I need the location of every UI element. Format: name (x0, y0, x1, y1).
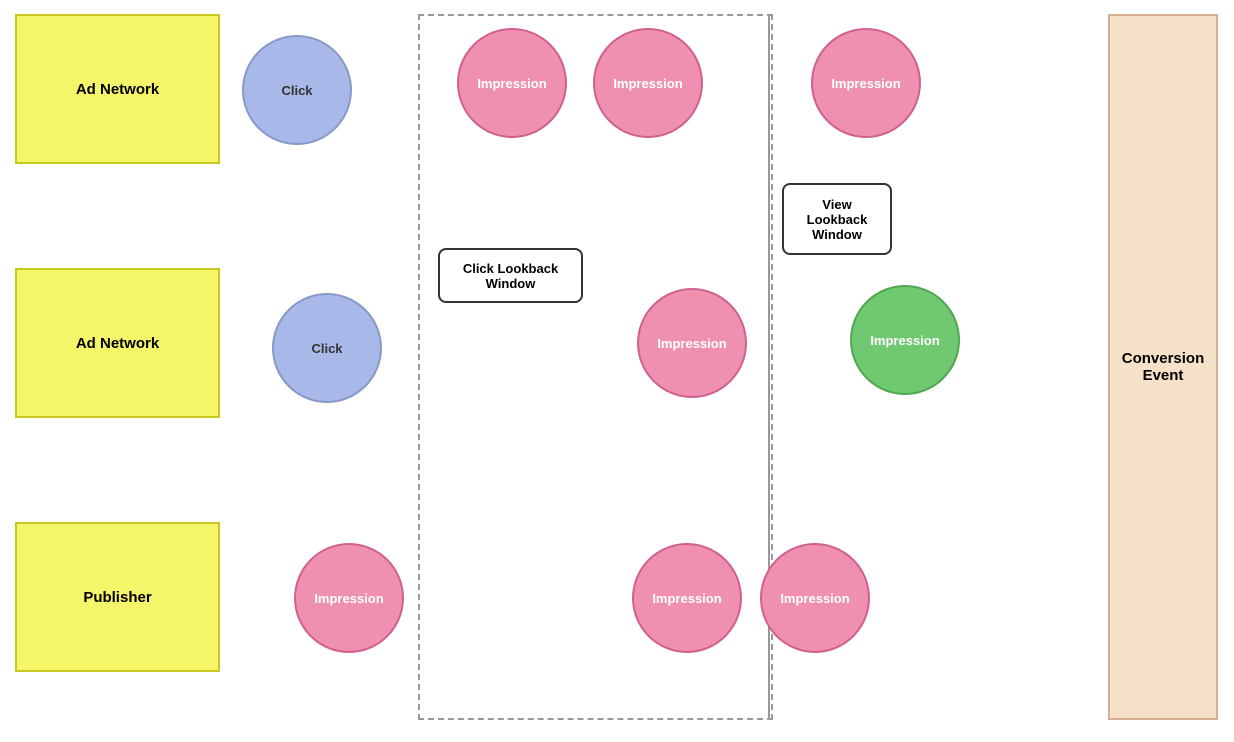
impression-circle-5: Impression (850, 285, 960, 395)
publisher-label: Publisher (83, 589, 151, 606)
ad-network-2-box: Ad Network (15, 268, 220, 418)
ad-network-1-box: Ad Network (15, 14, 220, 164)
impression-circle-2: Impression (593, 28, 703, 138)
click-circle-2-label: Click (311, 341, 342, 356)
click-lookback-label: Click LookbackWindow (438, 248, 583, 303)
diagram: Ad Network Ad Network Publisher Click Cl… (0, 0, 1234, 742)
impression-circle-5-label: Impression (870, 333, 939, 348)
impression-circle-4: Impression (637, 288, 747, 398)
click-circle-2: Click (272, 293, 382, 403)
click-circle-1-label: Click (281, 83, 312, 98)
impression-circle-8: Impression (760, 543, 870, 653)
click-lookback-text: Click LookbackWindow (463, 261, 558, 291)
impression-circle-6-label: Impression (314, 591, 383, 606)
impression-circle-7: Impression (632, 543, 742, 653)
impression-circle-2-label: Impression (613, 76, 682, 91)
impression-circle-4-label: Impression (657, 336, 726, 351)
view-lookback-text: ViewLookbackWindow (807, 197, 868, 242)
conversion-event-label: Conversion Event (1110, 350, 1216, 384)
ad-network-2-label: Ad Network (76, 335, 159, 352)
impression-circle-7-label: Impression (652, 591, 721, 606)
impression-circle-1: Impression (457, 28, 567, 138)
click-circle-1: Click (242, 35, 352, 145)
impression-circle-3: Impression (811, 28, 921, 138)
publisher-box: Publisher (15, 522, 220, 672)
conversion-event-panel: Conversion Event (1108, 14, 1218, 720)
impression-circle-1-label: Impression (477, 76, 546, 91)
ad-network-1-label: Ad Network (76, 81, 159, 98)
impression-circle-8-label: Impression (780, 591, 849, 606)
view-lookback-label: ViewLookbackWindow (782, 183, 892, 255)
impression-circle-3-label: Impression (831, 76, 900, 91)
impression-circle-6: Impression (294, 543, 404, 653)
